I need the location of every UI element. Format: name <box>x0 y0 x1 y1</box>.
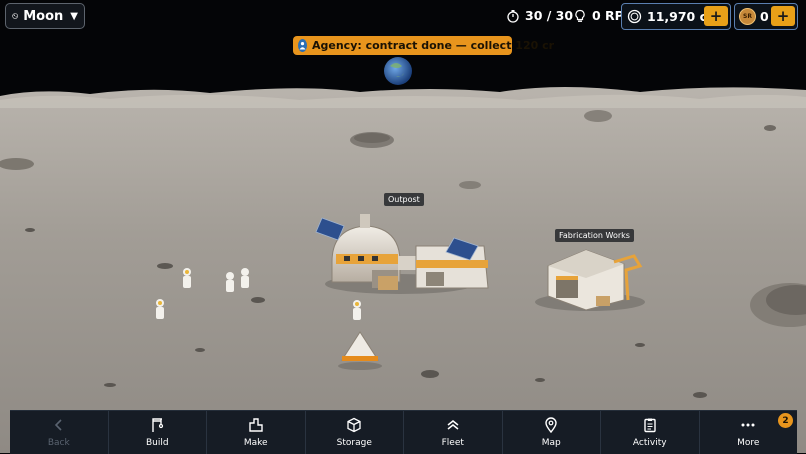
globe-icon <box>12 13 18 19</box>
nav-fleet[interactable]: Fleet <box>404 411 503 454</box>
location-name: Moon <box>23 8 64 24</box>
agency-icon <box>298 39 307 52</box>
nav-fleet-label: Fleet <box>441 438 464 448</box>
energy-stat: 30 / 30 <box>506 8 573 23</box>
stopwatch-icon <box>507 9 519 23</box>
nav-more[interactable]: More 2 <box>700 411 798 454</box>
nav-make-label: Make <box>243 438 268 448</box>
back-icon <box>54 419 62 431</box>
earth-planet <box>384 57 412 85</box>
build-icon <box>152 418 164 432</box>
nav-activity[interactable]: Activity <box>601 411 700 454</box>
nav-back[interactable]: Back <box>10 411 109 454</box>
chevron-down-icon: ▼ <box>70 10 78 22</box>
fabrication-works-label[interactable]: Fabrication Works <box>555 229 634 242</box>
energy-value: 30 / 30 <box>525 8 574 23</box>
nav-back-label: Back <box>47 438 70 448</box>
map-pin-icon <box>545 417 557 433</box>
add-sr-button[interactable]: + <box>771 6 795 26</box>
nav-storage-label: Storage <box>336 438 372 448</box>
nav-activity-label: Activity <box>632 438 667 448</box>
nav-build[interactable]: Build <box>109 411 207 454</box>
sr-display: SR 0 + <box>734 3 798 30</box>
activity-icon <box>644 418 656 433</box>
coin-icon <box>627 9 642 24</box>
location-selector[interactable]: Moon ▼ <box>5 3 85 29</box>
top-hud: Moon ▼ 30 / 30 0 RP 11,970 cr + SR 0 + <box>0 0 806 34</box>
lightbulb-icon <box>575 9 585 22</box>
more-icon <box>741 423 755 427</box>
nav-map-label: Map <box>541 438 561 448</box>
research-stat: 0 RP <box>573 8 624 23</box>
notification-text: Agency: contract done — collect 120 cr <box>312 39 555 52</box>
add-credits-button[interactable]: + <box>704 6 728 26</box>
nav-storage[interactable]: Storage <box>306 411 404 454</box>
notification-badge: 2 <box>778 413 793 428</box>
bottom-nav: Back Build Make Storage Fleet Map Activi… <box>10 410 797 454</box>
credits-display: 11,970 cr + <box>621 3 731 30</box>
storage-icon <box>347 417 361 433</box>
nav-make[interactable]: Make <box>207 411 306 454</box>
moon-scene <box>0 0 806 453</box>
make-icon <box>249 418 263 432</box>
nav-map[interactable]: Map <box>503 411 601 454</box>
research-value: 0 RP <box>592 8 624 23</box>
contract-notification[interactable]: Agency: contract done — collect 120 cr <box>293 36 554 55</box>
nav-build-label: Build <box>145 438 169 448</box>
outpost-label[interactable]: Outpost <box>384 193 424 206</box>
sr-value: 0 <box>760 9 769 24</box>
nav-more-label: More <box>737 438 760 448</box>
sr-coin-icon: SR <box>739 8 756 25</box>
fleet-icon <box>447 420 459 430</box>
